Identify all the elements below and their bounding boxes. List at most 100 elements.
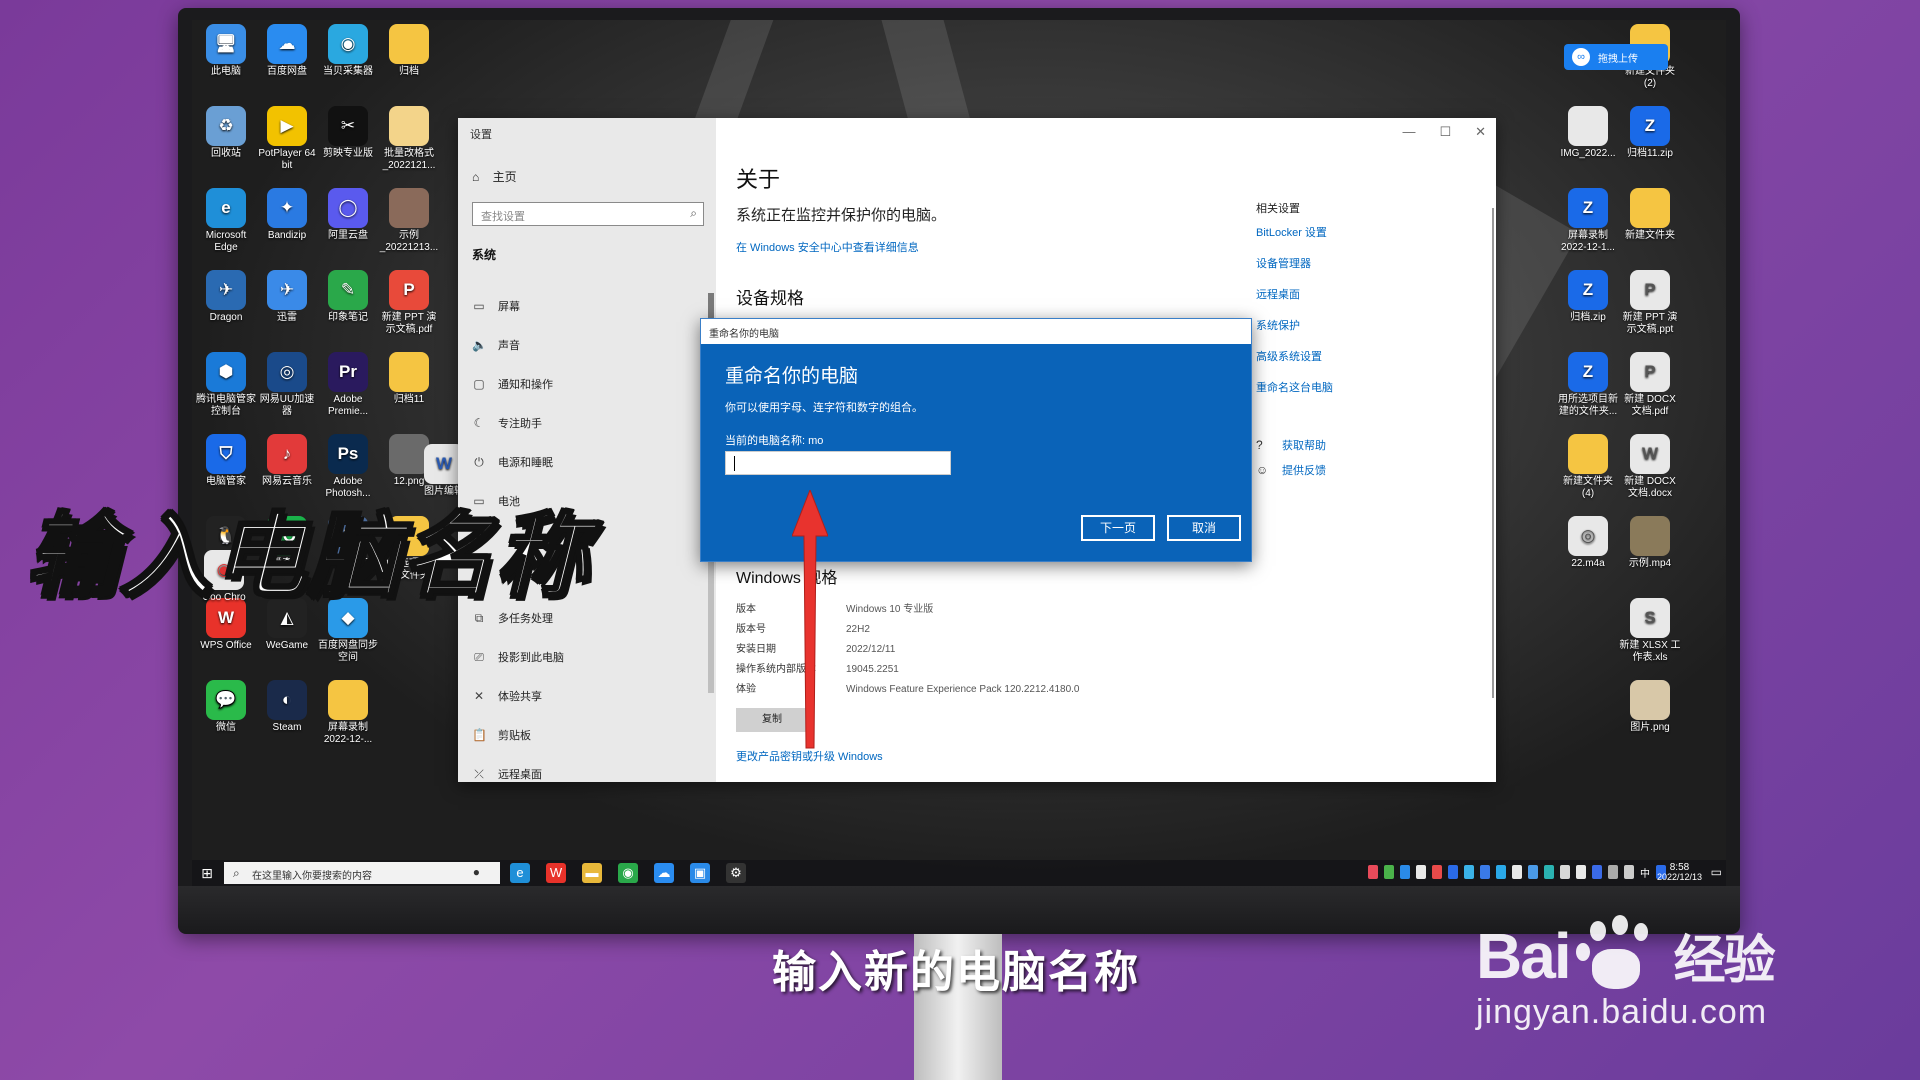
sidebar-item[interactable]: ⤫ 远程桌面 <box>472 766 692 782</box>
sidebar-item[interactable]: ⎚ 投影到此电脑 <box>472 649 692 665</box>
volume-icon[interactable] <box>1624 865 1634 879</box>
desktop-icon[interactable]: ⛉ 电脑管家 <box>194 434 258 488</box>
desktop-icon[interactable]: Z 用所选项目新建的文件夹... <box>1556 352 1620 418</box>
desktop-icon[interactable]: ✈ Dragon <box>194 270 258 324</box>
sidebar-item-home[interactable]: ⌂ 主页 <box>472 168 517 185</box>
edge-icon[interactable]: e <box>510 863 530 883</box>
sidebar-item[interactable]: ✕ 体验共享 <box>472 688 692 704</box>
desktop-icon[interactable]: ✎ 印象笔记 <box>316 270 380 324</box>
tray-icon[interactable] <box>1496 865 1506 879</box>
related-link[interactable]: BitLocker 设置 <box>1256 224 1333 255</box>
pc-name-input[interactable] <box>725 451 951 475</box>
taskbar-clock[interactable]: 8:58 2022/12/13 <box>1657 862 1702 882</box>
sidebar-item[interactable]: 📋 剪贴板 <box>472 727 692 743</box>
desktop-icon[interactable]: ◯ 阿里云盘 <box>316 188 380 242</box>
sidebar-section-title: 系统 <box>472 248 497 262</box>
tray-icon[interactable] <box>1576 865 1586 879</box>
upload-pill[interactable]: ∞ 拖拽上传 <box>1564 44 1668 70</box>
desktop-icon[interactable]: ◎ 22.m4a <box>1556 516 1620 570</box>
thunder-icon: ✈ <box>267 270 307 310</box>
desktop-icon[interactable]: ♪ 网易云音乐 <box>255 434 319 488</box>
wifi-icon[interactable] <box>1608 865 1618 879</box>
desktop-icon[interactable]: ☁ 百度网盘 <box>255 24 319 78</box>
tray-icon[interactable] <box>1560 865 1570 879</box>
microphone-icon[interactable]: ● <box>473 865 480 879</box>
sidebar-item[interactable]: ▢ 通知和操作 <box>472 376 692 392</box>
related-link[interactable]: 设备管理器 <box>1256 255 1333 286</box>
content-scrollbar[interactable] <box>1492 208 1494 698</box>
sidebar-item[interactable]: ▭ 屏幕 <box>472 298 692 314</box>
start-button[interactable]: ⊞ <box>192 860 222 886</box>
ime-indicator[interactable]: 中 <box>1640 865 1650 880</box>
next-button[interactable]: 下一页 <box>1081 515 1155 541</box>
help-link[interactable]: ? 获取帮助 <box>1256 432 1326 457</box>
wps-icon[interactable]: W <box>546 863 566 883</box>
tray-icon[interactable] <box>1464 865 1474 879</box>
tray-icon[interactable] <box>1384 865 1394 879</box>
desktop-icon[interactable]: ⬢ 腾讯电脑管家控制台 <box>194 352 258 418</box>
desktop-icon[interactable]: 图片.png <box>1618 680 1682 734</box>
browser-icon[interactable]: ◉ <box>618 863 638 883</box>
tray-icon[interactable] <box>1512 865 1522 879</box>
related-link[interactable]: 远程桌面 <box>1256 286 1333 317</box>
desktop-icon[interactable]: ◐ Steam <box>255 680 319 734</box>
settings-gear-icon[interactable]: ⚙ <box>726 863 746 883</box>
help-link[interactable]: ☺ 提供反馈 <box>1256 457 1326 482</box>
desktop-icon[interactable]: ◉ 当贝采集器 <box>316 24 380 78</box>
sidebar-item[interactable]: ☾ 专注助手 <box>472 415 692 431</box>
desktop-icon[interactable]: Z 归档.zip <box>1556 270 1620 324</box>
upgrade-link[interactable]: 更改产品密钥或升级 Windows <box>736 748 883 764</box>
desktop-icon[interactable]: ✈ 迅雷 <box>255 270 319 324</box>
desktop-icon[interactable]: 归档11 <box>377 352 441 406</box>
cancel-button[interactable]: 取消 <box>1167 515 1241 541</box>
tray-icon[interactable] <box>1528 865 1538 879</box>
sidebar-item[interactable]: 🔈 声音 <box>472 337 692 353</box>
desktop-icon[interactable]: 示例_20221213... <box>377 188 441 254</box>
desktop-icon[interactable]: 屏幕录制 2022-12-... <box>316 680 380 746</box>
desktop-icon[interactable]: e Microsoft Edge <box>194 188 258 254</box>
desktop-icon[interactable]: W 新建 DOCX 文档.docx <box>1618 434 1682 500</box>
desktop-icon[interactable]: 新建文件夹 <box>1618 188 1682 242</box>
desktop-icon[interactable]: P 新建 PPT 演示文稿.pdf <box>377 270 441 336</box>
desktop-icon[interactable]: P 新建 DOCX 文档.pdf <box>1618 352 1682 418</box>
tray-icon[interactable] <box>1432 865 1442 879</box>
desktop-icon[interactable]: 新建文件夹 (4) <box>1556 434 1620 500</box>
desktop-icon[interactable]: P 新建 PPT 演示文稿.ppt <box>1618 270 1682 336</box>
baidu-netdisk-icon[interactable]: ☁ <box>654 863 674 883</box>
tray-icon[interactable] <box>1480 865 1490 879</box>
notification-icon[interactable]: ▭ <box>1711 865 1722 879</box>
desktop-icon[interactable]: Pr Adobe Premie... <box>316 352 380 418</box>
tray-icon[interactable] <box>1368 865 1378 879</box>
desktop-icon[interactable]: IMG_2022... <box>1556 106 1620 160</box>
minimize-icon[interactable]: — <box>1402 124 1415 140</box>
security-center-link[interactable]: 在 Windows 安全中心中查看详细信息 <box>736 239 919 255</box>
desktop-icon[interactable]: ♻ 回收站 <box>194 106 258 160</box>
desktop-icon[interactable]: Z 屏幕录制 2022-12-1... <box>1556 188 1620 254</box>
desktop-icon[interactable]: S 新建 XLSX 工作表.xls <box>1618 598 1682 664</box>
desktop-icon[interactable]: ✦ Bandizip <box>255 188 319 242</box>
tray-icon[interactable] <box>1448 865 1458 879</box>
desktop-icon[interactable]: 归档 <box>377 24 441 78</box>
tray-icon[interactable] <box>1400 865 1410 879</box>
sidebar-item[interactable]: ⏻ 电源和睡眠 <box>472 454 692 470</box>
taskbar-search[interactable]: ⌕ 在这里输入你要搜索的内容 ● <box>224 862 500 884</box>
desktop-icon[interactable]: ✂ 剪映专业版 <box>316 106 380 160</box>
maximize-icon[interactable]: ☐ <box>1439 124 1451 140</box>
desktop-icon[interactable]: 批量改格式_2022121... <box>377 106 441 172</box>
file-explorer-icon[interactable]: ▬ <box>582 863 602 883</box>
settings-search-input[interactable]: 查找设置 ⌕ <box>472 202 704 226</box>
desktop-icon[interactable]: ▶ PotPlayer 64 bit <box>255 106 319 172</box>
related-link[interactable]: 高级系统设置 <box>1256 348 1333 379</box>
pc-manager-icon[interactable]: ▣ <box>690 863 710 883</box>
related-link[interactable]: 重命名这台电脑 <box>1256 379 1333 410</box>
tray-icon[interactable] <box>1592 865 1602 879</box>
desktop-icon[interactable]: 示例.mp4 <box>1618 516 1682 570</box>
tray-icon[interactable] <box>1544 865 1554 879</box>
desktop-icon[interactable]: ◎ 网易UU加速器 <box>255 352 319 418</box>
tray-icon[interactable] <box>1416 865 1426 879</box>
desktop-icon[interactable]: Z 归档11.zip <box>1618 106 1682 160</box>
related-link[interactable]: 系统保护 <box>1256 317 1333 348</box>
desktop-icon[interactable]: 💬 微信 <box>194 680 258 734</box>
close-icon[interactable]: ✕ <box>1475 124 1486 140</box>
desktop-icon[interactable]: 🖥 此电脑 <box>194 24 258 78</box>
